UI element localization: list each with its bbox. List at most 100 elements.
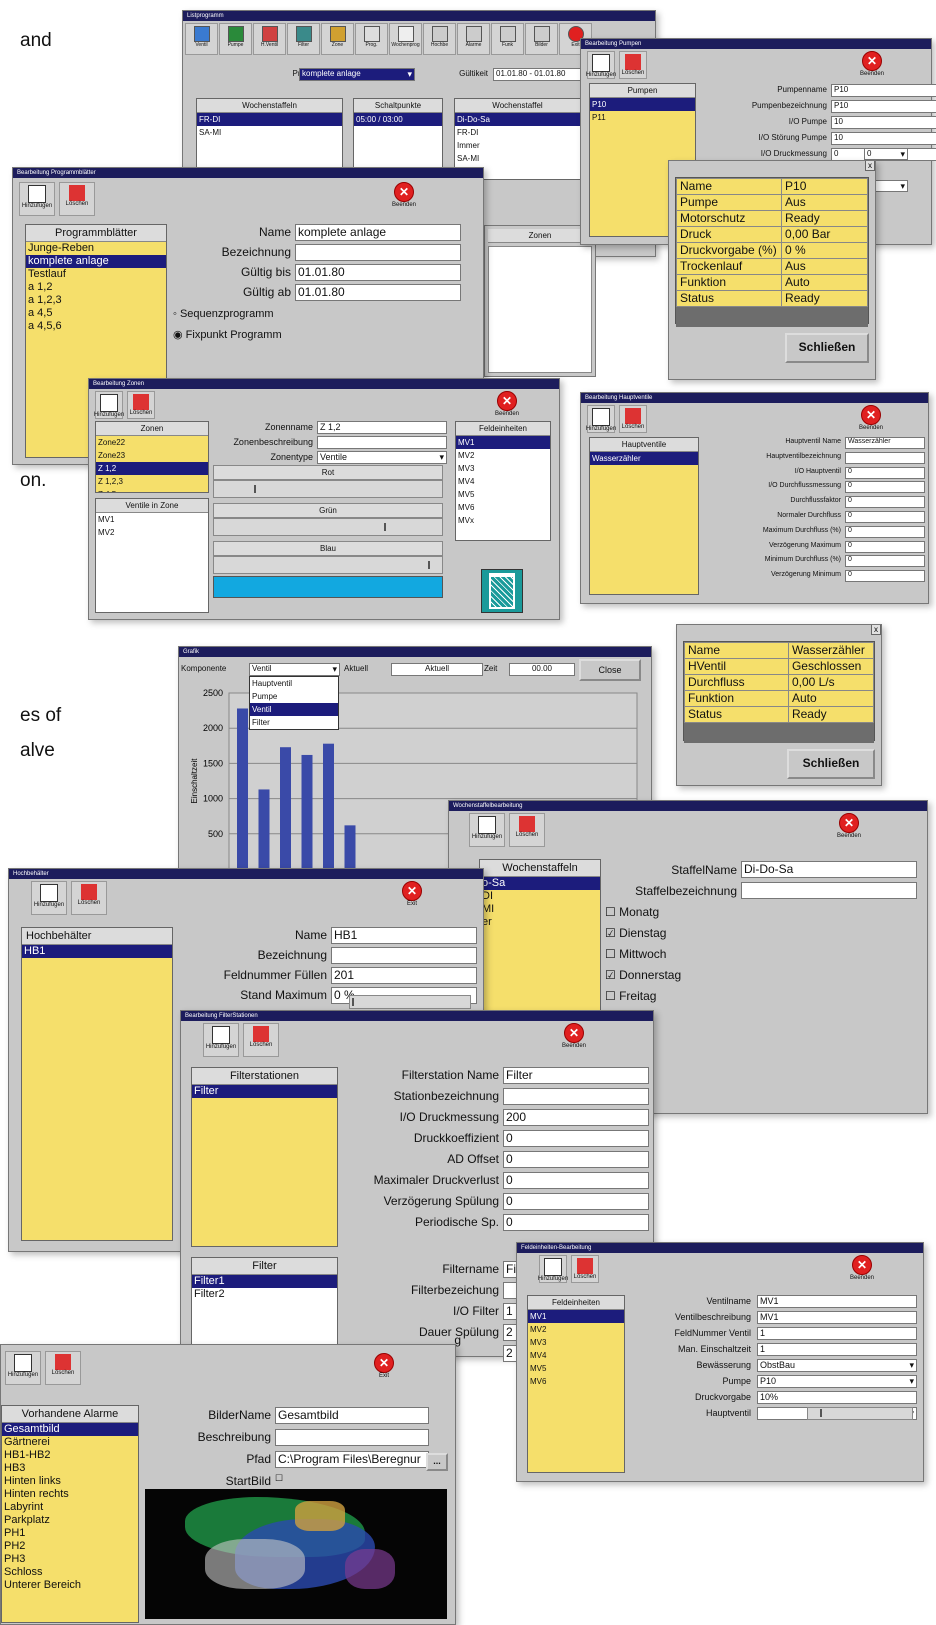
list-item[interactable]: a 4,5 [26,307,166,320]
field-input[interactable]: 0 [845,481,925,494]
weekday-checkbox[interactable]: ☐ Freitag [605,989,656,1003]
alarme-list[interactable]: Vorhandene Alarme Gesamtbild Gärtnerei HB1… [1,1405,139,1623]
list-item[interactable]: Zone23 [96,449,208,462]
slider-thumb[interactable] [820,1409,822,1417]
field-input[interactable]: P10 [831,100,936,113]
feldeinheiten-list[interactable]: Feldeinheiten MV1 MV2 MV3 MV4 MV5 MV6 [527,1295,625,1473]
hochbehaelter-list[interactable]: Hochbehälter HB1 [21,927,173,1241]
exit-button[interactable]: ✕ Beenden [559,1023,589,1055]
toolbar-button[interactable]: Wochenprog [389,23,422,55]
list-item[interactable]: Immer [455,139,580,152]
field-input[interactable]: 1 [757,1343,917,1356]
schliessen-button[interactable]: Schließen [787,749,875,779]
rot-slider[interactable] [213,480,443,498]
list-item[interactable]: Di-Do-Sa [455,113,580,126]
field-input[interactable]: 0 [845,466,925,479]
toolbar-button[interactable]: Alarme [457,23,490,55]
toolbar-button[interactable]: Ventil [185,23,218,55]
field-input[interactable] [845,451,925,464]
list-item[interactable]: Filter2 [192,1288,337,1301]
list-item[interactable]: P11 [590,111,695,124]
field-input[interactable]: P10 [831,84,936,97]
close-icon[interactable]: x [871,625,881,635]
add-button[interactable]: Hinzufügen [5,1351,41,1385]
exit-button[interactable]: ✕ Beenden [857,51,887,83]
field-input[interactable]: ObstBau [757,1359,917,1372]
field-input[interactable]: 10% [757,1391,917,1404]
field-input[interactable] [295,244,461,261]
browse-button[interactable]: ... [426,1453,448,1471]
list-item[interactable]: Hinten rechts [2,1488,138,1501]
radio-sequenz[interactable]: ◦ Sequenzprogramm [173,308,274,320]
list-item[interactable]: MV2 [528,1323,624,1336]
staffelname-field[interactable]: Di-Do-Sa [741,861,917,878]
option-item[interactable]: Hauptventil [250,677,338,690]
list-item[interactable]: PH3 [2,1553,138,1566]
field-input[interactable]: 10 [831,116,936,129]
list-item[interactable]: SA-MI [455,152,580,165]
add-button[interactable]: Hinzufügen [586,405,616,433]
list-item[interactable]: MVx [456,514,550,527]
list-item[interactable]: Z 4,5 [96,488,208,492]
option-item[interactable]: Filter [250,716,338,729]
list-item[interactable]: PH2 [2,1540,138,1553]
delete-button[interactable]: Löschen [619,405,647,433]
option-item[interactable]: Pumpe [250,690,338,703]
close-button[interactable]: Close [579,659,641,681]
list-item[interactable]: DI [480,890,600,903]
list-item[interactable]: Gärtnerei [2,1436,138,1449]
list-item[interactable]: MV4 [456,475,550,488]
list-item[interactable]: Gesamtbild [2,1423,138,1436]
add-button[interactable]: Hinzufügen [19,182,55,216]
list-item[interactable]: MV5 [456,488,550,501]
add-button[interactable]: Hinzufügen [586,51,616,79]
list-item[interactable]: er [480,916,600,929]
list-item[interactable]: MV1 [96,513,208,526]
slider-thumb[interactable] [254,485,256,493]
delete-button[interactable]: Löschen [59,182,95,216]
zonen-partial-list[interactable] [488,246,592,373]
field-input[interactable]: 0 [845,525,925,538]
list-item[interactable]: Testlauf [26,268,166,281]
exit-button[interactable]: ✕ Beenden [856,405,886,437]
add-button[interactable]: Hinzufügen [203,1023,239,1057]
delete-button[interactable]: Löschen [127,391,155,419]
add-button[interactable]: Hinzufügen [538,1255,568,1283]
list-item[interactable]: MV1 [528,1310,624,1323]
aktuell-field[interactable]: Aktuell [391,663,483,676]
list-item[interactable]: Schloss [2,1566,138,1579]
field-input[interactable]: 01.01.80 [295,264,461,281]
weekday-checkbox[interactable]: ☐ Mittwoch [605,947,666,961]
list-item[interactable]: Zone22 [96,436,208,449]
gueltigkeit-field[interactable]: 01.01.80 - 01.01.80 [493,68,593,81]
list-item[interactable]: a 1,2,3 [26,294,166,307]
komponente-select[interactable]: Ventil [249,663,340,676]
field-input[interactable]: komplete anlage [295,224,461,241]
delete-button[interactable]: Löschen [71,881,107,915]
delete-button[interactable]: Löschen [243,1023,279,1057]
radio-fixpunkt[interactable]: ◉ Fixpunkt Programm [173,328,282,341]
toolbar-button[interactable]: Filter [287,23,320,55]
delete-button[interactable]: Löschen [45,1351,81,1385]
list-item[interactable]: MI [480,903,600,916]
trash-icon[interactable] [481,569,523,613]
field-input[interactable]: HB1 [331,927,477,944]
staffelbezeichnung-field[interactable] [741,882,917,899]
field-input[interactable]: Wasserzähler [845,437,925,449]
list-item[interactable]: SA-MI [197,126,342,139]
delete-button[interactable]: Löschen [619,51,647,79]
list-item[interactable]: MV2 [96,526,208,539]
list-item[interactable]: Z 1,2,3 [96,475,208,488]
add-button[interactable]: Hinzufügen [31,881,67,915]
list-item[interactable]: o-Sa [480,877,600,890]
field-input[interactable] [503,1088,649,1105]
exit-button[interactable]: ✕ Beenden [834,813,864,845]
field-input[interactable]: 0 [845,555,925,568]
list-item[interactable]: 05:00 / 03:00 [354,113,442,126]
close-icon[interactable]: x [865,161,875,171]
list-item[interactable]: Parkplatz [2,1514,138,1527]
exit-button[interactable]: ✕ Beenden [847,1255,877,1287]
extra-field-1[interactable]: 0 [864,148,908,160]
field-input[interactable]: Z 1,2 [317,421,447,434]
list-item[interactable]: MV5 [528,1362,624,1375]
